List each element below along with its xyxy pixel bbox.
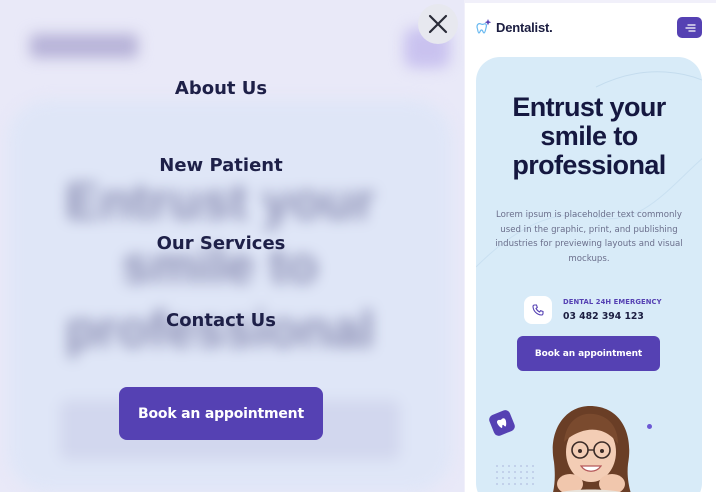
tooth-badge-icon: [497, 418, 507, 428]
tooth-logo-icon: [476, 19, 492, 34]
hero-section: Entrust your smile to professional Lorem…: [476, 57, 702, 492]
menu-item-about-us[interactable]: About Us: [0, 78, 442, 99]
phone-icon: [532, 304, 544, 316]
emergency-label: DENTAL 24H EMERGENCY: [563, 298, 662, 306]
menu-item-our-services[interactable]: Our Services: [0, 233, 442, 254]
brand-name: Dentalist.: [496, 19, 553, 35]
close-menu-button[interactable]: [418, 4, 458, 44]
hero-description: Lorem ipsum is placeholder text commonly…: [495, 210, 683, 264]
phone-icon-box: [524, 296, 552, 324]
mobile-menu-overlay: Entrust your smile to professional About…: [0, 0, 464, 492]
hero-title: Entrust your smile to professional: [512, 92, 666, 180]
menu-item-contact-us[interactable]: Contact Us: [0, 310, 442, 331]
emergency-contact[interactable]: DENTAL 24H EMERGENCY 03 482 394 123: [524, 296, 662, 324]
hamburger-menu-icon: [684, 23, 696, 32]
decorative-dot-grid: [496, 465, 534, 485]
emergency-phone-number[interactable]: 03 482 394 123: [563, 311, 662, 322]
book-appointment-button[interactable]: Book an appointment: [119, 387, 323, 440]
brand-logo[interactable]: Dentalist.: [475, 19, 553, 35]
menu-item-new-patient[interactable]: New Patient: [0, 155, 442, 176]
decorative-dot: [647, 424, 652, 429]
hero-book-appointment-button[interactable]: Book an appointment: [517, 336, 660, 371]
mobile-page-preview: Dentalist. Entrust your smile to profess…: [465, 3, 716, 492]
close-icon: [428, 14, 448, 34]
hamburger-menu-button[interactable]: [677, 17, 702, 38]
smiling-woman-image: [552, 406, 631, 492]
overlay-nav-menu: About Us New Patient Our Services Contac…: [0, 0, 442, 492]
